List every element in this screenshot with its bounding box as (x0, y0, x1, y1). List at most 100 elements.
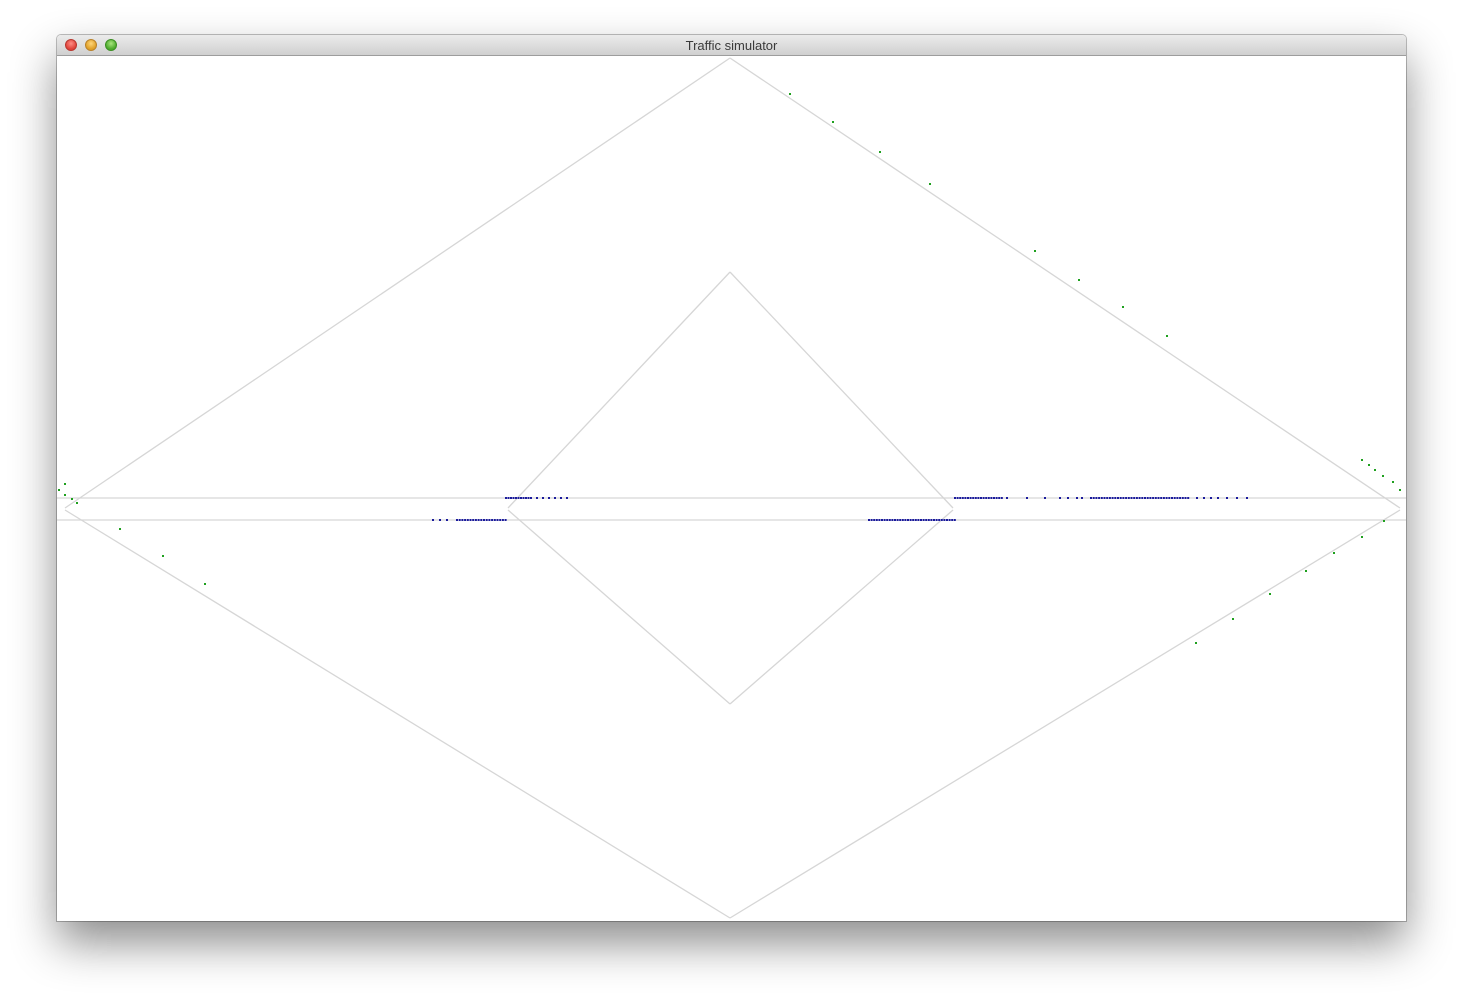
vehicle (1106, 497, 1109, 499)
vehicle (485, 519, 488, 521)
vehicle (980, 497, 982, 499)
vehicle (969, 497, 972, 499)
vehicle (1122, 306, 1124, 308)
vehicle (1000, 497, 1003, 499)
vehicle (1210, 497, 1212, 499)
vehicle (461, 519, 464, 521)
vehicle (439, 519, 441, 521)
vehicle (1160, 497, 1163, 499)
vehicle (472, 519, 475, 521)
vehicle (1361, 536, 1363, 538)
vehicle (948, 519, 951, 521)
vehicle (64, 494, 66, 496)
vehicle (1078, 279, 1080, 281)
vehicle (515, 497, 517, 499)
vehicle (499, 519, 502, 521)
vehicle (458, 519, 461, 521)
vehicle (1187, 497, 1190, 499)
vehicle (1166, 335, 1168, 337)
vehicle (927, 519, 930, 521)
road-outer-se (729, 509, 1401, 919)
vehicle (953, 519, 956, 521)
vehicle (507, 497, 510, 499)
vehicle (554, 497, 556, 499)
vehicle (542, 497, 544, 499)
vehicle (943, 519, 946, 521)
vehicle (1196, 497, 1198, 499)
road-outer-ne (729, 57, 1401, 509)
vehicle (1181, 497, 1184, 499)
vehicle (504, 519, 507, 521)
vehicle (925, 519, 928, 521)
road-inner-ne (729, 271, 954, 509)
vehicle (917, 519, 920, 521)
vehicle (873, 519, 876, 521)
vehicle (1141, 497, 1144, 499)
vehicle (1162, 497, 1165, 499)
vehicle (914, 519, 917, 521)
vehicle (912, 519, 915, 521)
vehicle (1076, 497, 1078, 499)
vehicle (967, 497, 969, 499)
vehicle (1382, 475, 1384, 477)
vehicle (483, 519, 485, 521)
road-outer-nw (64, 57, 731, 509)
vehicle (1130, 497, 1133, 499)
vehicle (1044, 497, 1046, 499)
vehicle (946, 519, 948, 521)
vehicle (1236, 497, 1238, 499)
vehicle (1246, 497, 1248, 499)
vehicle (987, 497, 990, 499)
title-bar[interactable]: Traffic simulator (57, 35, 1406, 56)
vehicle (1100, 497, 1103, 499)
vehicle (1127, 497, 1130, 499)
vehicle (71, 498, 73, 500)
vehicle (1059, 497, 1061, 499)
vehicle (894, 519, 896, 521)
vehicle (1217, 497, 1219, 499)
cars-layer (58, 93, 1401, 644)
vehicle (520, 497, 522, 499)
vehicle (954, 497, 956, 499)
vehicle (512, 497, 515, 499)
vehicle (510, 497, 512, 499)
vehicle (1149, 497, 1152, 499)
vehicle (456, 519, 458, 521)
vehicle (496, 519, 499, 521)
vehicle (1232, 618, 1234, 620)
vehicle (930, 519, 933, 521)
vehicle (907, 519, 909, 521)
vehicle (1195, 642, 1197, 644)
vehicle (566, 497, 568, 499)
vehicle (1092, 497, 1095, 499)
vehicle (1067, 497, 1069, 499)
vehicle (940, 519, 943, 521)
vehicle (974, 497, 977, 499)
vehicle (982, 497, 985, 499)
vehicle (868, 519, 870, 521)
vehicle (527, 497, 530, 499)
vehicle (1006, 497, 1008, 499)
vehicle (162, 555, 164, 557)
road-network (57, 57, 1406, 919)
vehicle (1392, 481, 1394, 483)
vehicle (938, 519, 941, 521)
vehicle (870, 519, 873, 521)
roads-layer (57, 57, 1406, 919)
vehicle (76, 502, 78, 504)
vehicle (469, 519, 472, 521)
vehicle (1122, 497, 1125, 499)
vehicle (1168, 497, 1171, 499)
vehicle (1144, 497, 1146, 499)
vehicle (1361, 459, 1363, 461)
vehicle (1138, 497, 1141, 499)
vehicle (548, 497, 550, 499)
vehicle (904, 519, 907, 521)
vehicle (1103, 497, 1106, 499)
vehicle (929, 183, 931, 185)
vehicle (920, 519, 922, 521)
vehicle (1184, 497, 1187, 499)
vehicle (1108, 497, 1111, 499)
vehicle (832, 121, 834, 123)
vehicle (204, 583, 206, 585)
